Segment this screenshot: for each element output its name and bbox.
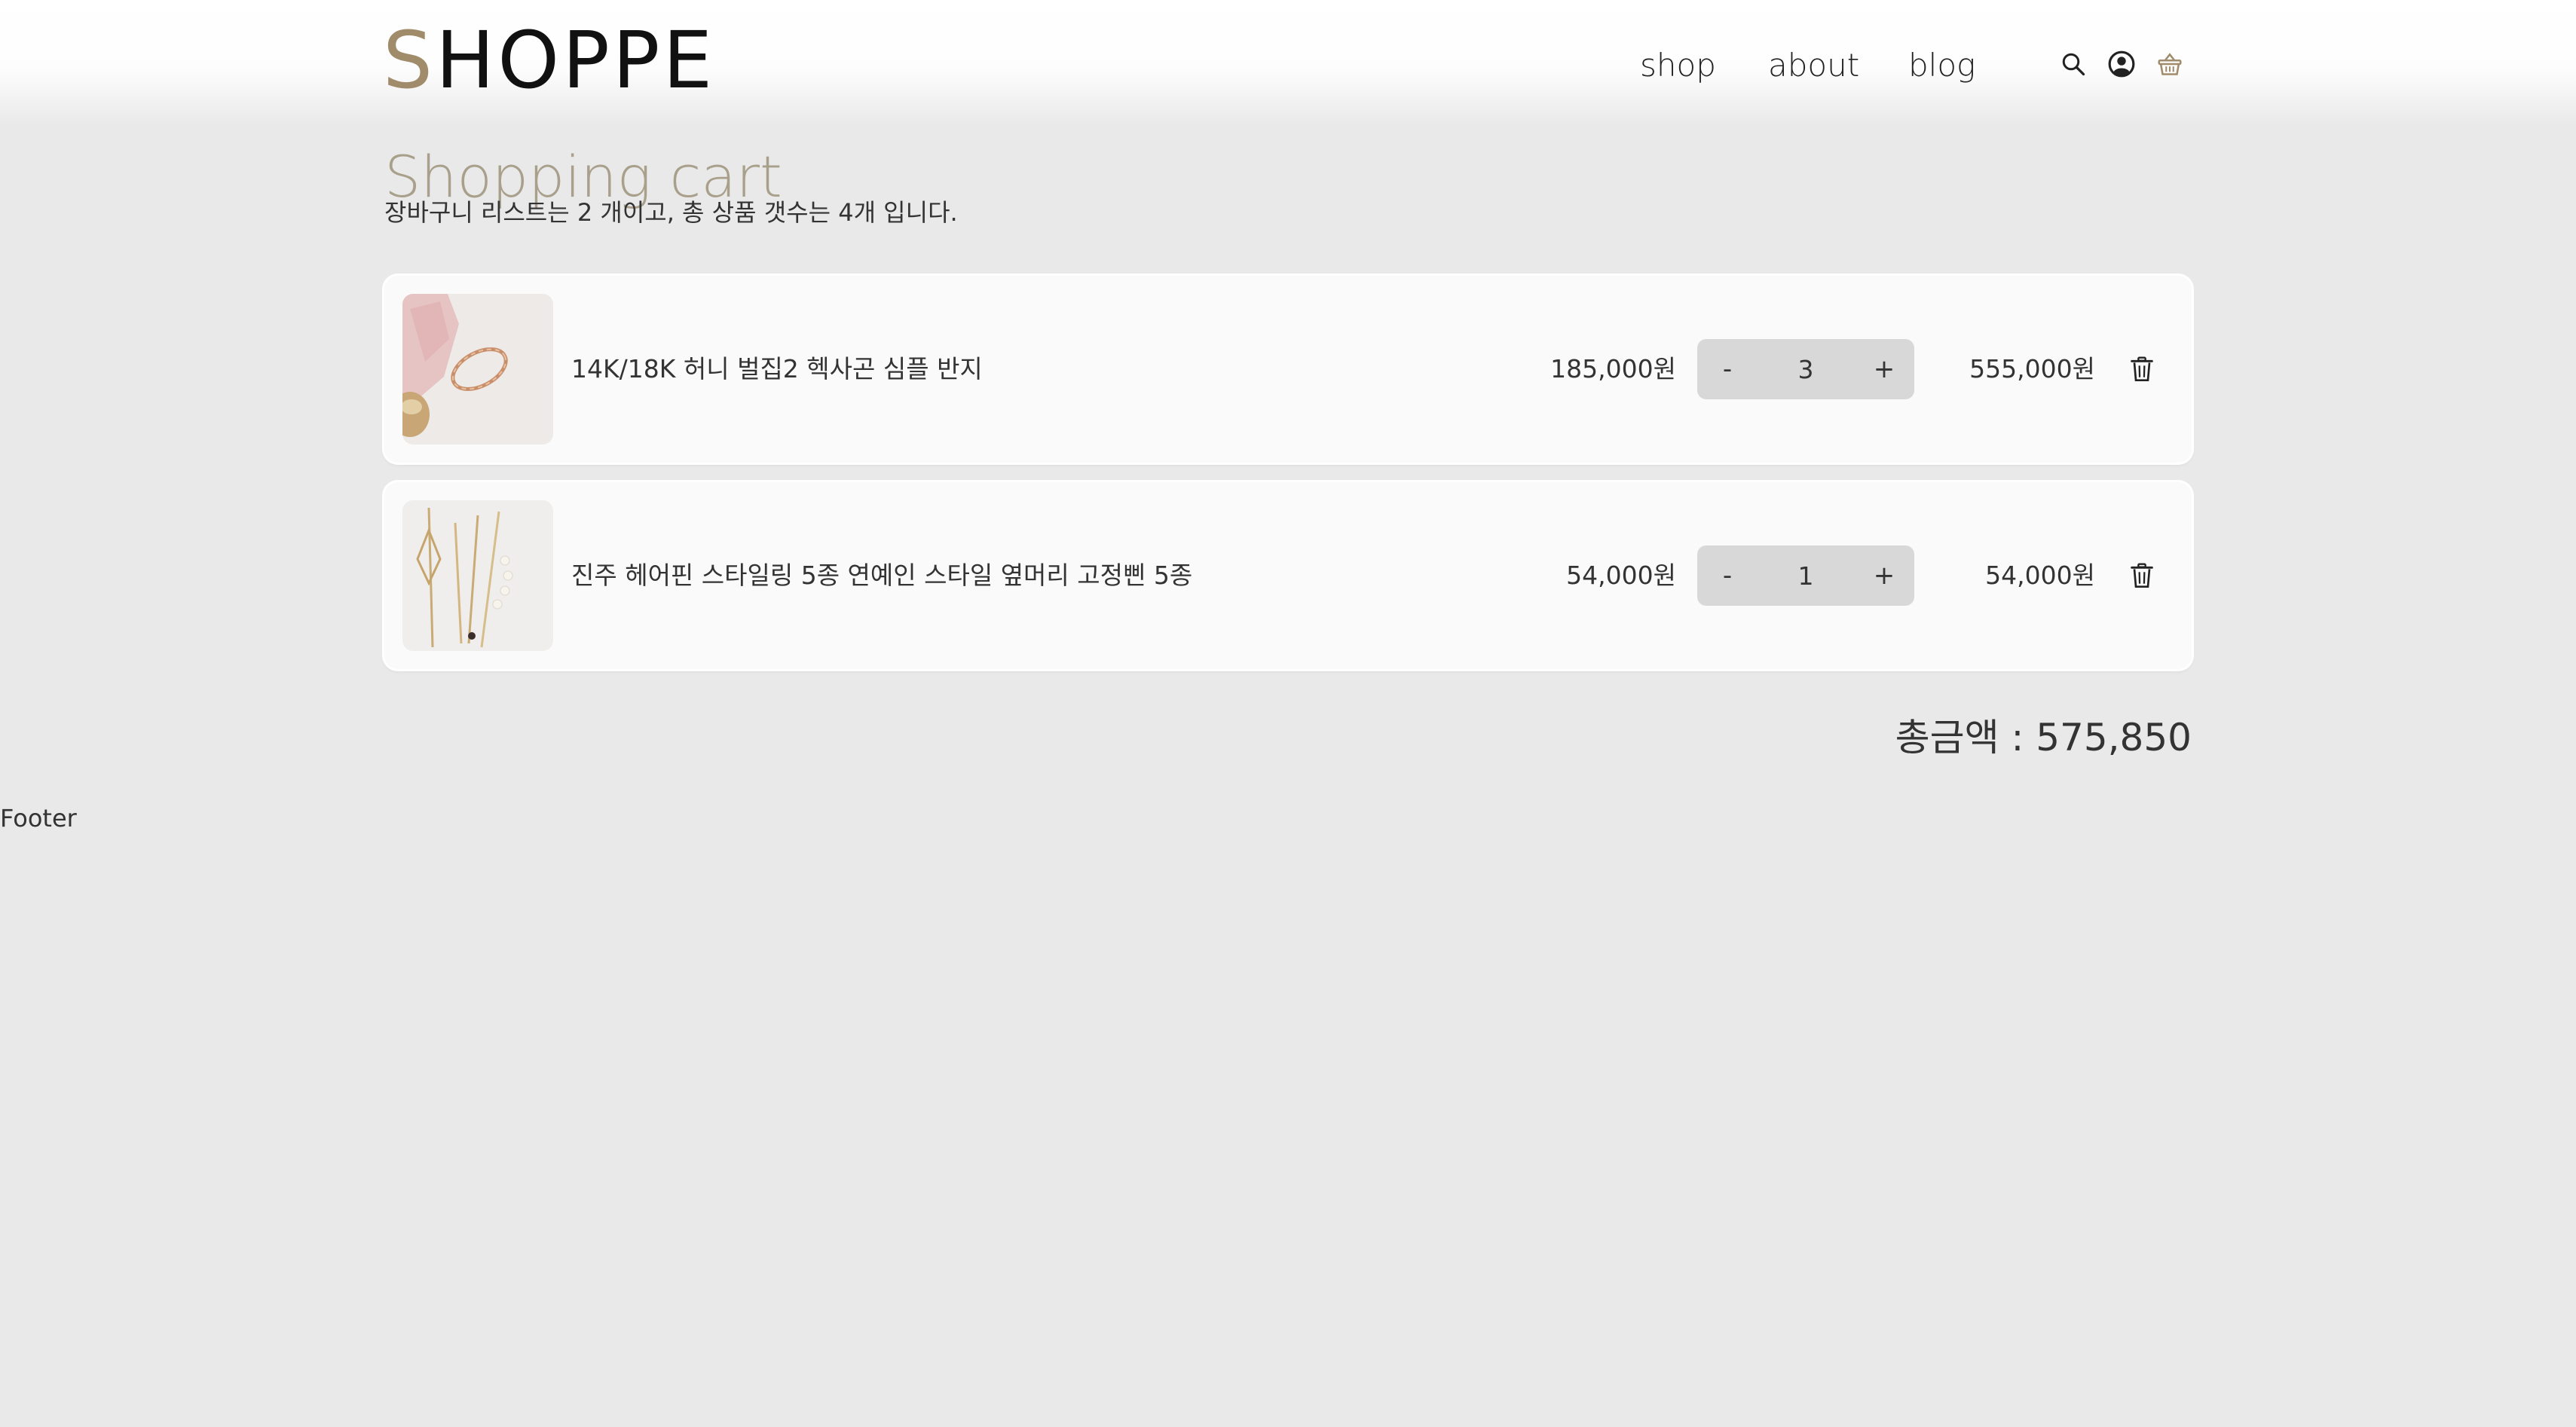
quantity-stepper: - 3 + xyxy=(1697,339,1914,399)
quantity-value: 1 xyxy=(1797,561,1814,591)
logo-first-letter: S xyxy=(383,14,436,106)
unit-price: 54,000원 xyxy=(1566,561,1676,590)
cart-total: 총금액 : 575,850 xyxy=(1895,716,2192,759)
cart-item: 14K/18K 허니 벌집2 헥사곤 심플 반지 185,000원 - 3 + … xyxy=(384,276,2192,463)
trash-icon[interactable] xyxy=(2127,353,2157,386)
unit-price: 185,000원 xyxy=(1550,354,1676,383)
decrease-quantity-button[interactable]: - xyxy=(1697,545,1758,606)
nav-about[interactable]: about xyxy=(1768,47,1859,84)
item-name: 14K/18K 허니 벌집2 헥사곤 심플 반지 xyxy=(571,354,983,383)
site-header: S HOPPE shop about blog xyxy=(0,0,2576,125)
item-name: 진주 헤어핀 스타일링 5종 연예인 스타일 옆머리 고정삔 5종 xyxy=(571,561,1193,590)
cart-summary: 장바구니 리스트는 2 개이고, 총 상품 갯수는 4개 입니다. xyxy=(384,198,958,227)
trash-icon[interactable] xyxy=(2127,559,2157,592)
user-icon[interactable] xyxy=(2106,48,2137,80)
decrease-quantity-button[interactable]: - xyxy=(1697,339,1758,399)
footer: Footer xyxy=(0,804,77,833)
increase-quantity-button[interactable]: + xyxy=(1854,545,1914,606)
line-total: 54,000원 xyxy=(1985,561,2095,590)
search-icon[interactable] xyxy=(2057,48,2089,80)
line-total: 555,000원 xyxy=(1969,354,2095,383)
cart-item: 진주 헤어핀 스타일링 5종 연예인 스타일 옆머리 고정삔 5종 54,000… xyxy=(384,482,2192,669)
logo[interactable]: S HOPPE xyxy=(383,14,716,106)
logo-text: HOPPE xyxy=(436,14,716,106)
increase-quantity-button[interactable]: + xyxy=(1854,339,1914,399)
basket-icon[interactable] xyxy=(2154,48,2186,80)
quantity-value: 3 xyxy=(1797,354,1814,384)
product-image-ring[interactable] xyxy=(402,294,553,445)
product-image-hairpin[interactable] xyxy=(402,500,553,651)
nav-blog[interactable]: blog xyxy=(1908,47,1975,84)
nav-shop[interactable]: shop xyxy=(1640,47,1716,84)
quantity-stepper: - 1 + xyxy=(1697,545,1914,606)
